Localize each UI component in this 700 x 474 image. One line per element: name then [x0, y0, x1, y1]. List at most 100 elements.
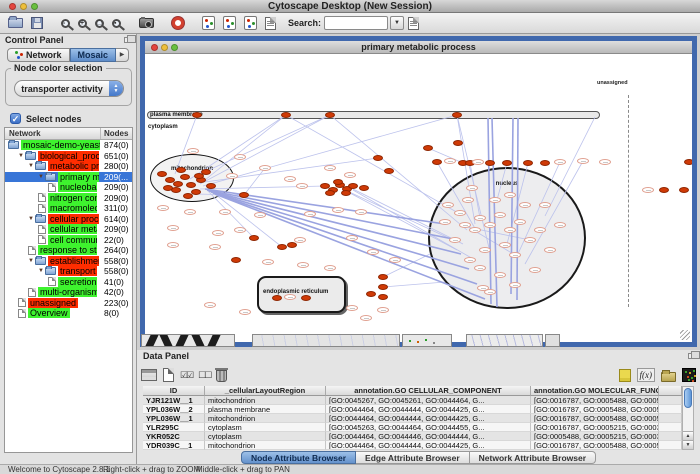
search-config-button[interactable]: [404, 14, 423, 33]
network-node[interactable]: [554, 159, 566, 165]
search-options-button[interactable]: ▼: [390, 16, 404, 30]
function-builder-button[interactable]: f(x): [637, 368, 656, 382]
background-window-sliver[interactable]: [466, 334, 543, 347]
expand-arrow-icon[interactable]: ▼: [28, 163, 34, 169]
network-node[interactable]: [504, 227, 516, 233]
network-edge[interactable]: [351, 188, 463, 244]
network-node[interactable]: [277, 244, 287, 250]
network-node[interactable]: [157, 171, 167, 177]
network-node[interactable]: [219, 209, 231, 215]
network-edge[interactable]: [383, 282, 445, 287]
plugin-button[interactable]: [240, 14, 261, 33]
network-node[interactable]: [494, 272, 506, 278]
matrix-button[interactable]: [682, 368, 696, 382]
search-input[interactable]: [324, 16, 388, 30]
network-node[interactable]: [249, 235, 259, 241]
column-header[interactable]: _cellularLayoutRegion: [205, 386, 326, 396]
tab-edge-attribute-browser[interactable]: Edge Attribute Browser: [356, 451, 470, 464]
network-node[interactable]: [301, 295, 311, 301]
unselect-all-attributes-button[interactable]: [198, 370, 210, 381]
network-edge[interactable]: [345, 190, 453, 240]
background-window-sliver[interactable]: [402, 334, 452, 347]
network-node[interactable]: [464, 257, 476, 263]
float-panel-icon[interactable]: [124, 37, 131, 43]
network-node[interactable]: [167, 242, 179, 248]
network-node[interactable]: [529, 267, 541, 273]
network-node[interactable]: [373, 155, 383, 161]
table-row[interactable]: YKR052Ccytoplasm[GO:0044464, GO:0044446,…: [143, 432, 682, 441]
network-node[interactable]: [524, 237, 536, 243]
network-node[interactable]: [444, 158, 456, 164]
scroll-up-icon[interactable]: ▲: [683, 431, 693, 440]
tree-row[interactable]: ▼cellular process614(0): [5, 214, 132, 225]
select-nodes-checkbox[interactable]: ✓: [10, 113, 21, 124]
network-node[interactable]: [206, 183, 216, 189]
network-node[interactable]: [231, 257, 241, 263]
network-node[interactable]: [234, 227, 246, 233]
network-node[interactable]: [186, 182, 196, 188]
network-node[interactable]: [324, 265, 336, 271]
network-node[interactable]: [469, 227, 481, 233]
layout-button[interactable]: [219, 14, 240, 33]
network-node[interactable]: [659, 187, 669, 193]
table-scrollbar[interactable]: ▲ ▼: [682, 386, 694, 450]
network-node[interactable]: [212, 230, 224, 236]
network-node[interactable]: [459, 222, 471, 228]
network-edge[interactable]: [203, 115, 457, 186]
tree-row[interactable]: ▼metabolic process280(0): [5, 161, 132, 172]
network-node[interactable]: [599, 159, 611, 165]
tree-row[interactable]: ▼primary metabo209(...: [5, 172, 132, 183]
tree-row[interactable]: unassigned223(0): [5, 298, 132, 309]
tree-row[interactable]: ▼transport558(0): [5, 266, 132, 277]
annotation-button[interactable]: [261, 14, 280, 33]
tab-network-attribute-browser[interactable]: Network Attribute Browser: [470, 451, 596, 464]
scroll-down-icon[interactable]: ▼: [683, 440, 693, 449]
network-node[interactable]: [534, 227, 546, 233]
zoom-in-button[interactable]: +: [74, 14, 91, 33]
network-node[interactable]: [287, 242, 297, 248]
network-node[interactable]: [184, 209, 196, 215]
network-node[interactable]: [294, 237, 306, 243]
vizmapper-button[interactable]: [198, 14, 219, 33]
tree-row[interactable]: Overview8(0): [5, 308, 132, 319]
column-header[interactable]: ID: [143, 386, 205, 396]
network-node[interactable]: [348, 183, 358, 189]
network-edge[interactable]: [211, 192, 469, 269]
network-node[interactable]: [484, 222, 496, 228]
network-node[interactable]: [325, 190, 335, 196]
network-edge[interactable]: [517, 118, 518, 300]
table-row[interactable]: YPL036W__1mitochondrion[GO:0044464, GO:0…: [143, 414, 682, 423]
network-node[interactable]: [272, 295, 282, 301]
network-node[interactable]: [304, 211, 316, 217]
network-node[interactable]: [239, 309, 251, 315]
tree-row[interactable]: cellular metabo209(0): [5, 224, 132, 235]
tree-row[interactable]: nitrogen compo209(0): [5, 193, 132, 204]
network-node[interactable]: [163, 185, 173, 191]
network-node[interactable]: [344, 172, 356, 178]
network-node[interactable]: [281, 112, 291, 118]
network-node[interactable]: [502, 160, 512, 166]
network-node[interactable]: [254, 212, 266, 218]
open-file-button[interactable]: [4, 14, 27, 33]
network-node[interactable]: [489, 197, 501, 203]
network-node[interactable]: [452, 112, 462, 118]
tree-row[interactable]: multi-organism pro42(0): [5, 287, 132, 298]
tree-header[interactable]: Network Nodes: [5, 128, 132, 140]
network-node[interactable]: [284, 176, 296, 182]
network-node[interactable]: [540, 160, 550, 166]
table-row[interactable]: YDR039C__1mitochondrion[GO:0044464, GO:0…: [143, 441, 682, 450]
network-node[interactable]: [367, 249, 379, 255]
tree-row[interactable]: mosaic-demo-yeast874(0): [5, 140, 132, 151]
tree-row[interactable]: cell communicat22(0): [5, 235, 132, 246]
network-node[interactable]: [262, 259, 274, 265]
network-node[interactable]: [684, 159, 692, 165]
network-edge[interactable]: [545, 117, 595, 216]
network-node[interactable]: [284, 294, 296, 300]
network-node[interactable]: [454, 210, 466, 216]
network-node[interactable]: [509, 252, 521, 258]
network-window-titlebar[interactable]: primary metabolic process: [145, 41, 692, 54]
network-node[interactable]: [544, 247, 556, 253]
network-node[interactable]: [474, 215, 486, 221]
expand-arrow-icon[interactable]: ▼: [28, 216, 34, 222]
annotation-note-button[interactable]: [619, 369, 631, 382]
